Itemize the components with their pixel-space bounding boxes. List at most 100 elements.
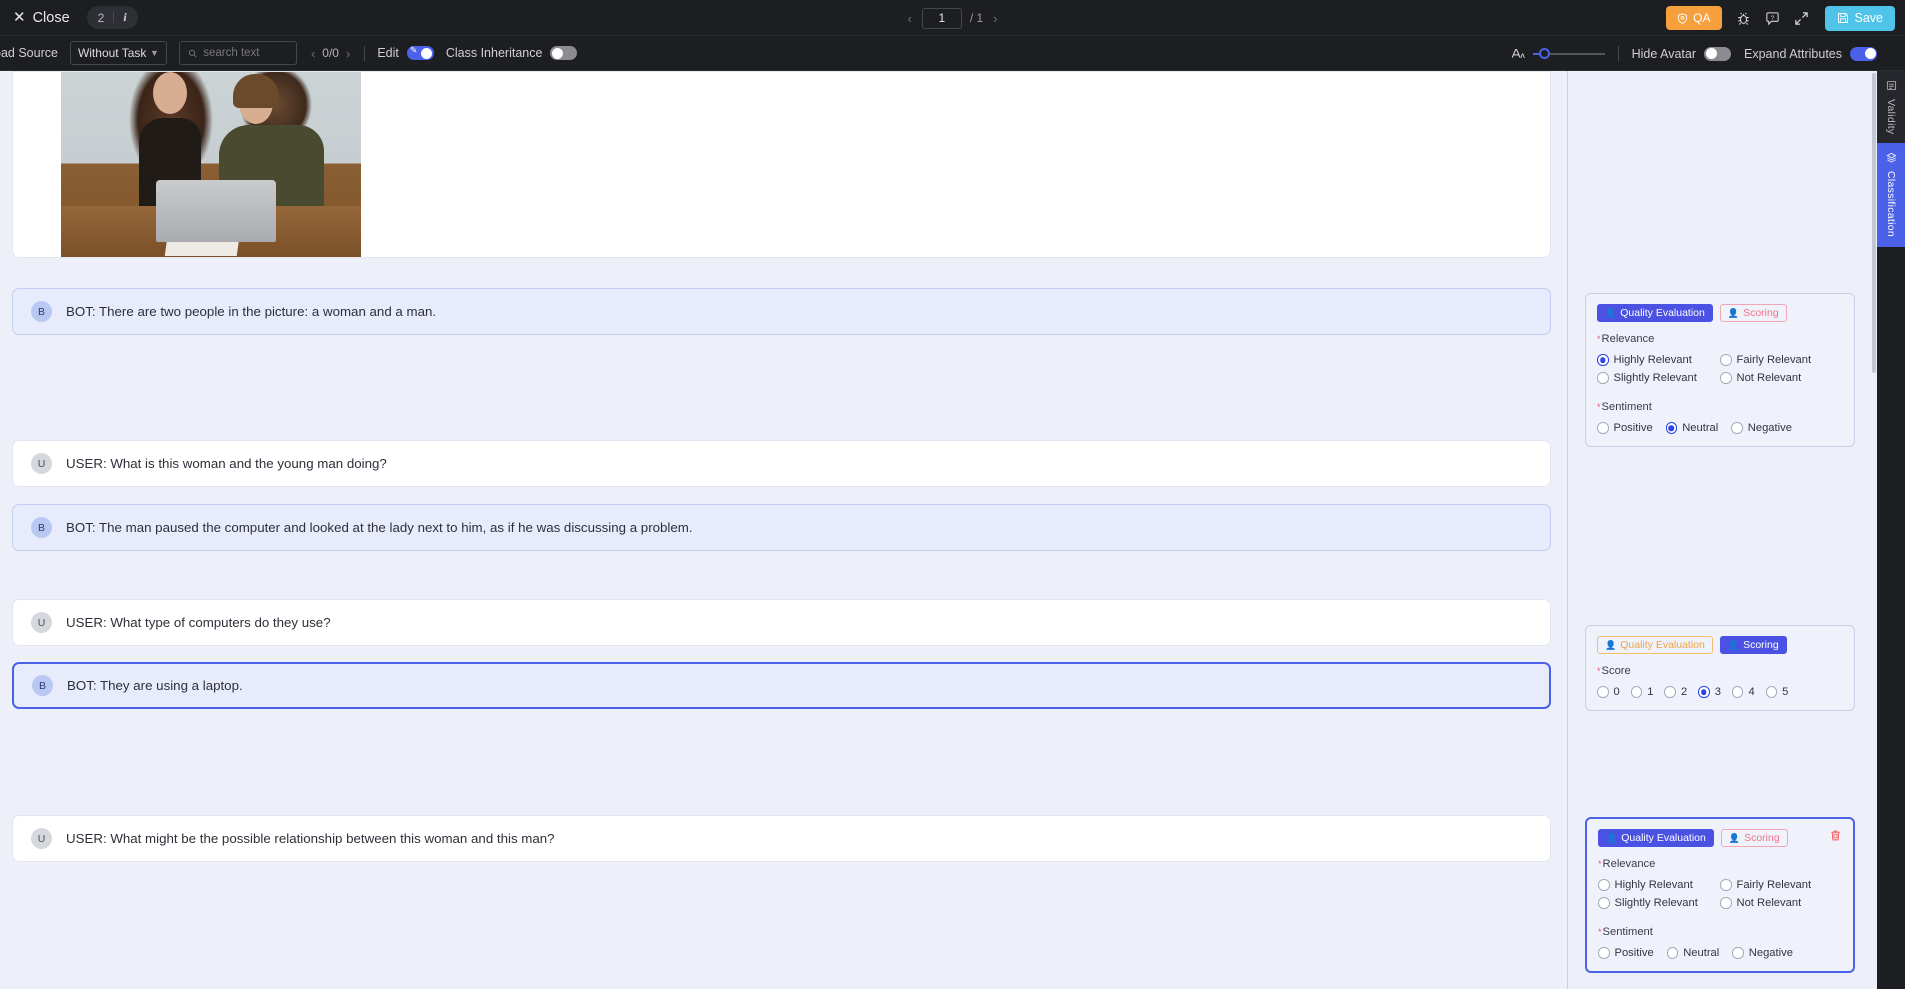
radio-circle[interactable] [1720, 354, 1732, 366]
edit-toggle[interactable] [406, 45, 434, 60]
radio-label: 2 [1680, 686, 1688, 698]
message-user-3[interactable]: U USER: What type of computers do they us… [12, 599, 1551, 646]
radio-option-neutral[interactable]: Neutral [1666, 947, 1719, 959]
radio-circle[interactable] [1598, 879, 1610, 891]
radio-label: 1 [1647, 686, 1654, 698]
message-bot-2[interactable]: B BOT: The man paused the computer and lo… [12, 504, 1551, 551]
field-label-score: * Score [1597, 665, 1843, 678]
attribute-chip-scoring[interactable]: 👤 Scoring [1719, 636, 1787, 654]
radio-circle[interactable] [1597, 686, 1609, 698]
radio-circle[interactable] [1765, 686, 1778, 698]
page-number-input[interactable] [921, 7, 962, 29]
rail-tab-validity[interactable]: Validity [1877, 71, 1905, 144]
attribute-card-0[interactable]: 👤 Quality Evaluation 👤 Scoring * Relevance Hig… [1585, 293, 1855, 447]
chevron-down-icon: ▼ [150, 48, 159, 58]
radio-circle[interactable] [1720, 372, 1732, 384]
attribute-card-2[interactable]: 👤 Quality Evaluation 👤 Scoring * Relevance Hig… [1585, 817, 1855, 973]
radio-option-0[interactable]: 0 [1597, 686, 1620, 698]
message-user-1[interactable]: U USER: What is this woman and the young … [12, 440, 1551, 487]
radio-option-3[interactable]: 3 [1698, 686, 1721, 698]
radio-circle[interactable] [1630, 686, 1643, 698]
attribute-chip-scoring[interactable]: 👤 Scoring [1720, 829, 1788, 847]
qa-button[interactable]: QA [1666, 6, 1722, 30]
search-next-button[interactable]: › [344, 46, 352, 61]
radio-circle[interactable] [1732, 947, 1744, 959]
class-inheritance-toggle[interactable] [550, 46, 578, 60]
radio-option-negative[interactable]: Negative [1731, 422, 1792, 434]
conversation-column: B BOT: There are two people in the pictur… [0, 71, 1568, 989]
radio-option-not-relevant[interactable]: Not Relevant [1720, 372, 1843, 384]
radio-option-4[interactable]: 4 [1731, 686, 1755, 698]
radio-circle[interactable] [1665, 422, 1678, 434]
attribute-card-1[interactable]: 👤 Quality Evaluation 👤 Scoring * Score 0 1 2 3 4 5 [1585, 625, 1855, 711]
radio-option-fairly-relevant[interactable]: Fairly Relevant [1720, 879, 1842, 891]
help-circle-icon[interactable]: ? [1765, 11, 1780, 26]
attributes-column: 👤 Quality Evaluation 👤 Scoring * Relevance Hig… [1569, 71, 1877, 989]
prev-page-button[interactable]: ‹ [905, 11, 913, 26]
search-input[interactable] [203, 47, 288, 59]
font-size-slider[interactable] [1532, 47, 1605, 59]
radio-label: Negative [1748, 947, 1793, 959]
radio-option-neutral[interactable]: Neutral [1665, 422, 1718, 434]
bug-icon[interactable] [1736, 11, 1751, 26]
radio-option-2[interactable]: 2 [1664, 686, 1687, 698]
floppy-disk-icon [1837, 13, 1848, 23]
media-card[interactable] [12, 71, 1551, 258]
radio-option-slightly-relevant[interactable]: Slightly Relevant [1598, 897, 1720, 909]
radio-circle[interactable] [1720, 897, 1732, 909]
task-filter-select[interactable]: Without Task ▼ [69, 41, 167, 65]
item-count-badge[interactable]: 2 i [86, 6, 138, 29]
radio-option-highly-relevant[interactable]: Highly Relevant [1598, 879, 1720, 891]
radio-circle[interactable] [1698, 686, 1710, 698]
attribute-chip-quality-evaluation[interactable]: 👤 Quality Evaluation [1597, 304, 1713, 322]
radio-circle[interactable] [1720, 879, 1732, 891]
radio-option-positive[interactable]: Positive [1597, 422, 1653, 434]
edit-toggle-group: Edit [377, 45, 434, 60]
radio-option-slightly-relevant[interactable]: Slightly Relevant [1597, 372, 1720, 384]
radio-circle[interactable] [1664, 686, 1676, 698]
radio-option-1[interactable]: 1 [1630, 686, 1654, 698]
attribute-chip-quality-evaluation[interactable]: 👤 Quality Evaluation [1598, 829, 1714, 847]
radio-circle[interactable] [1731, 422, 1743, 434]
expand-icon[interactable] [1794, 11, 1809, 26]
radio-label: 0 [1613, 686, 1620, 698]
message-user-5[interactable]: U USER: What might be the possible relati… [12, 815, 1551, 862]
radio-circle[interactable] [1597, 372, 1609, 384]
search-prev-button[interactable]: ‹ [309, 46, 317, 61]
attribute-chip-quality-evaluation[interactable]: 👤 Quality Evaluation [1597, 636, 1713, 654]
qa-label: QA [1693, 11, 1711, 25]
radio-circle[interactable] [1731, 686, 1744, 698]
hide-avatar-toggle[interactable] [1704, 46, 1732, 61]
radio-option-5[interactable]: 5 [1765, 686, 1788, 698]
search-box[interactable] [178, 41, 297, 65]
attribute-chip-scoring[interactable]: 👤 Scoring [1719, 304, 1787, 322]
radio-option-positive[interactable]: Positive [1598, 947, 1654, 959]
message-bot-0[interactable]: B BOT: There are two people in the pictur… [12, 288, 1551, 335]
message-bot-4[interactable]: B BOT: They are using a laptop. [12, 662, 1551, 709]
next-page-button[interactable]: › [991, 11, 999, 26]
field-label-relevance: * Relevance [1597, 333, 1843, 346]
message-text: USER: What might be the possible relatio… [66, 831, 555, 846]
chip-label: Quality Evaluation [1621, 832, 1706, 844]
radio-circle[interactable] [1597, 354, 1609, 366]
save-button[interactable]: Save [1824, 5, 1895, 31]
user-tag-icon: 👤 [1606, 832, 1618, 843]
radio-circle[interactable] [1598, 947, 1610, 959]
task-filter-value: Without Task [77, 46, 147, 60]
radio-circle[interactable] [1597, 422, 1609, 434]
radio-label: Fairly Relevant [1736, 354, 1812, 366]
radio-option-fairly-relevant[interactable]: Fairly Relevant [1720, 354, 1843, 366]
info-icon[interactable]: i [123, 10, 126, 25]
expand-attributes-toggle[interactable] [1850, 46, 1877, 61]
radio-circle[interactable] [1666, 947, 1679, 959]
close-button[interactable]: ✕ Close [13, 10, 70, 26]
rail-tab-classification[interactable]: Classification [1877, 143, 1905, 247]
slider-handle[interactable] [1538, 47, 1550, 59]
trash-icon[interactable] [1829, 829, 1842, 845]
radio-circle[interactable] [1598, 897, 1610, 909]
scrollbar-thumb[interactable] [1872, 73, 1876, 373]
radio-option-negative[interactable]: Negative [1732, 947, 1793, 959]
radio-option-highly-relevant[interactable]: Highly Relevant [1597, 354, 1720, 366]
toolbar-divider [364, 45, 366, 61]
radio-option-not-relevant[interactable]: Not Relevant [1720, 897, 1842, 909]
